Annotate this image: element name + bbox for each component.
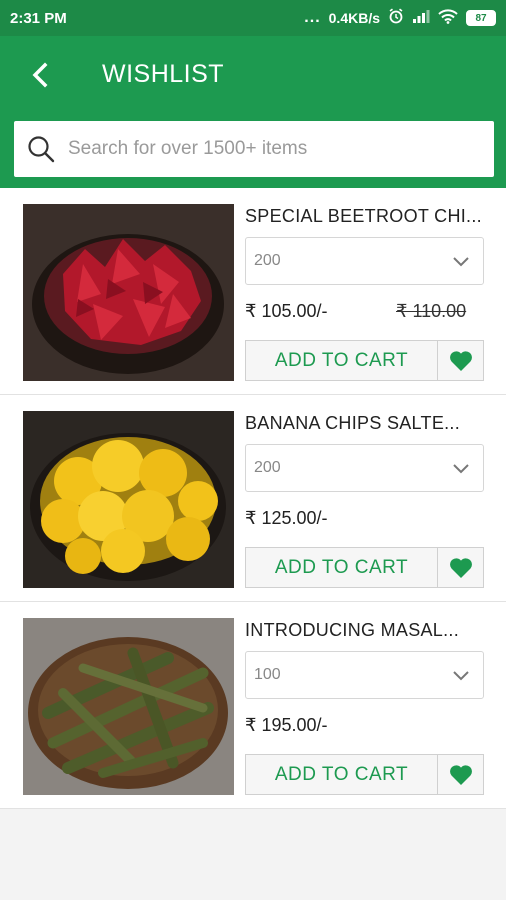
product-name[interactable]: BANANA CHIPS SALTE... xyxy=(245,413,490,434)
search-icon xyxy=(26,134,56,164)
wishlist: SPECIAL BEETROOT CHI... 200 ₹ 105.00/- ₹… xyxy=(0,188,506,809)
add-to-cart-button[interactable]: ADD TO CART xyxy=(245,340,437,381)
quantity-dropdown[interactable]: 200 xyxy=(245,444,484,492)
alarm-icon xyxy=(388,8,404,28)
status-bar: 2:31 PM ... 0.4KB/s 87 xyxy=(0,0,506,36)
product-image[interactable] xyxy=(23,204,234,381)
product-name[interactable]: SPECIAL BEETROOT CHI... xyxy=(245,206,490,227)
quantity-dropdown[interactable]: 200 xyxy=(245,237,484,285)
wishlist-button[interactable] xyxy=(437,547,484,588)
app-bar: WISHLIST xyxy=(0,36,506,188)
list-item: BANANA CHIPS SALTE... 200 ₹ 125.00/- ADD… xyxy=(0,395,506,602)
quantity-value: 200 xyxy=(254,459,281,476)
add-to-cart-button[interactable]: ADD TO CART xyxy=(245,754,437,795)
product-image[interactable] xyxy=(23,411,234,588)
wifi-icon xyxy=(438,8,458,28)
quantity-value: 100 xyxy=(254,666,281,683)
heart-icon xyxy=(449,557,472,578)
signal-icon xyxy=(412,9,430,27)
page-title: WISHLIST xyxy=(102,60,225,88)
product-price: ₹ 125.00/- xyxy=(245,508,328,528)
product-image[interactable] xyxy=(23,618,234,795)
product-name[interactable]: INTRODUCING MASAL... xyxy=(245,620,490,641)
product-price: ₹ 105.00/- xyxy=(245,301,328,321)
search-input[interactable] xyxy=(68,138,458,160)
heart-icon xyxy=(449,764,472,785)
quantity-dropdown[interactable]: 100 xyxy=(245,651,484,699)
list-item: SPECIAL BEETROOT CHI... 200 ₹ 105.00/- ₹… xyxy=(0,188,506,395)
battery-icon: 87 xyxy=(466,10,496,26)
wishlist-button[interactable] xyxy=(437,340,484,381)
chevron-left-icon xyxy=(32,62,48,88)
add-to-cart-button[interactable]: ADD TO CART xyxy=(245,547,437,588)
chevron-down-icon xyxy=(453,257,469,267)
status-icons: ... 0.4KB/s 87 xyxy=(304,8,496,28)
wishlist-button[interactable] xyxy=(437,754,484,795)
network-speed: 0.4KB/s xyxy=(328,10,380,26)
status-dots: ... xyxy=(304,9,321,26)
status-time: 2:31 PM xyxy=(10,9,67,27)
heart-icon xyxy=(449,350,472,371)
quantity-value: 200 xyxy=(254,252,281,269)
search-bar[interactable] xyxy=(14,121,494,177)
chevron-down-icon xyxy=(453,671,469,681)
list-item: INTRODUCING MASAL... 100 ₹ 195.00/- ADD … xyxy=(0,602,506,809)
back-button[interactable] xyxy=(26,58,54,92)
chevron-down-icon xyxy=(453,464,469,474)
product-mrp: ₹ 110.00 xyxy=(396,301,467,321)
product-price: ₹ 195.00/- xyxy=(245,715,328,735)
